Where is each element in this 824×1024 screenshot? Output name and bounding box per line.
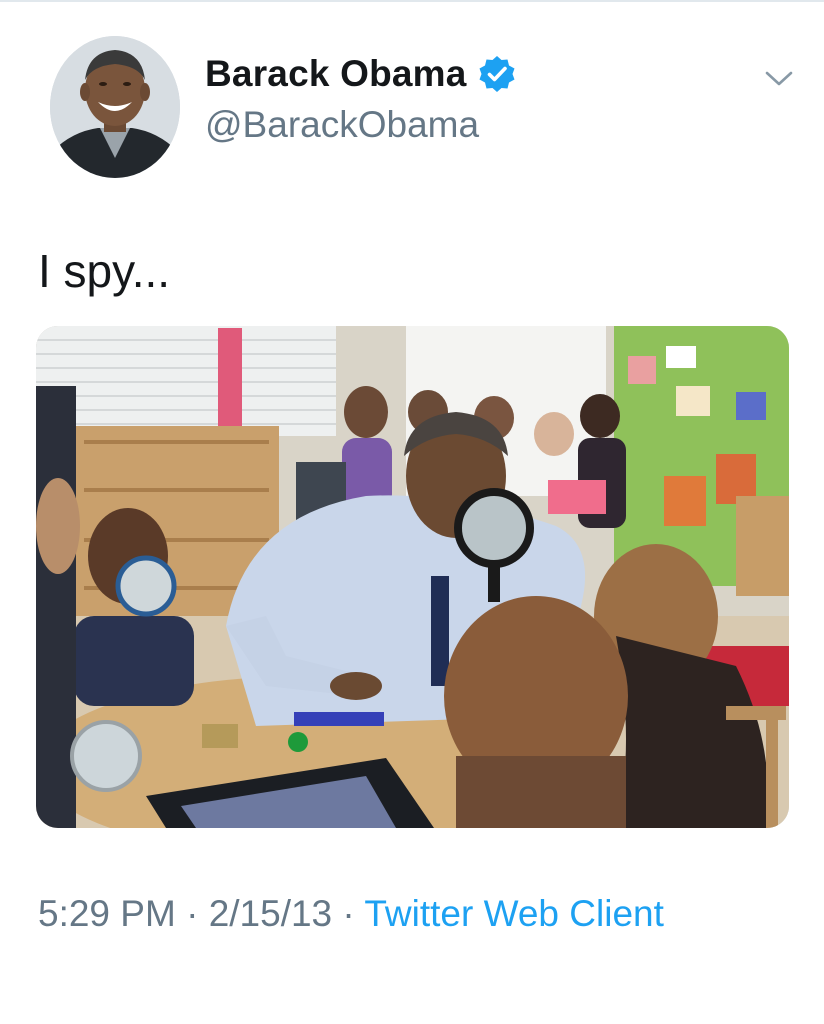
display-name[interactable]: Barack Obama: [205, 53, 467, 95]
tweet-text: I spy...: [38, 245, 171, 297]
divider: [0, 0, 824, 2]
tweet-card[interactable]: Barack Obama @BarackObama I spy... 5:29 …: [0, 0, 824, 1024]
author-info[interactable]: Barack Obama @BarackObama: [205, 52, 517, 146]
separator: ·: [175, 893, 209, 934]
tweet-photo[interactable]: [36, 326, 789, 828]
name-row: Barack Obama: [205, 52, 517, 96]
avatar[interactable]: [50, 36, 180, 178]
separator: ·: [332, 893, 365, 934]
tweet-source-link[interactable]: Twitter Web Client: [364, 893, 664, 934]
chevron-down-icon[interactable]: [764, 68, 794, 90]
verified-badge-icon: [477, 54, 517, 94]
tweet-date[interactable]: 2/15/13: [209, 893, 332, 934]
tweet-time[interactable]: 5:29 PM: [38, 893, 176, 934]
tweet-metadata: 5:29 PM · 2/15/13 · Twitter Web Client: [38, 885, 798, 943]
handle[interactable]: @BarackObama: [205, 104, 517, 146]
